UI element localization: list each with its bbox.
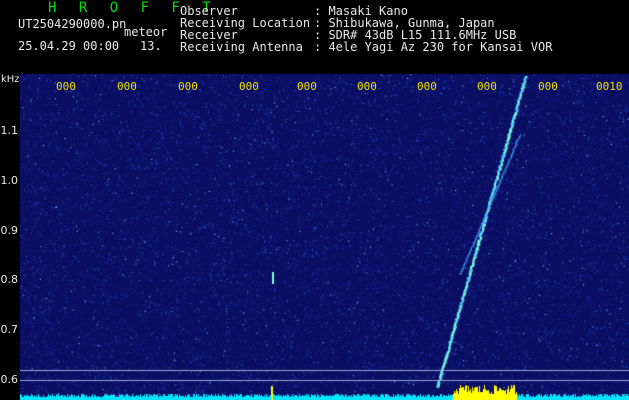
count-label: 13. [140, 39, 162, 53]
x-tick-label: 000 [178, 80, 198, 93]
mode-label: meteor [124, 25, 168, 39]
info-value: : 4ele Yagi Az 230 for Kansai VOR [314, 40, 553, 54]
y-axis-unit: kHz [1, 74, 20, 85]
info-label: Receiving Antenna [180, 40, 303, 54]
spectrogram-canvas [20, 74, 629, 400]
x-tick-label: 000 [239, 80, 259, 93]
y-tick-label: 0.6 [0, 373, 19, 386]
y-tick-label: 0.8 [0, 273, 19, 286]
info-antenna: Receiving Antenna : 4ele Yagi Az 230 for … [180, 41, 552, 53]
x-tick-label: 0010 [596, 80, 623, 93]
x-tick-label: 000 [417, 80, 437, 93]
datetime-label: 25.04.29 00:00 [18, 39, 120, 53]
y-tick-label: 1.1 [0, 124, 19, 137]
x-tick-label: 000 [56, 80, 76, 93]
x-tick-label: 000 [357, 80, 377, 93]
waterfall-spectrogram [20, 74, 629, 400]
header-panel: H R O F F T UT2504290000.pn meteor 25.04… [0, 0, 629, 74]
x-tick-label: 000 [297, 80, 317, 93]
x-tick-label: 000 [117, 80, 137, 93]
y-tick-label: 1.0 [0, 174, 19, 187]
x-tick-label: 000 [538, 80, 558, 93]
x-tick-label: 000 [477, 80, 497, 93]
y-tick-label: 0.9 [0, 224, 19, 237]
filename-label: UT2504290000.pn [18, 17, 127, 31]
y-tick-label: 0.7 [0, 323, 19, 336]
y-axis: kHz 1.1 1.0 0.9 0.8 0.7 0.6 [0, 74, 20, 400]
